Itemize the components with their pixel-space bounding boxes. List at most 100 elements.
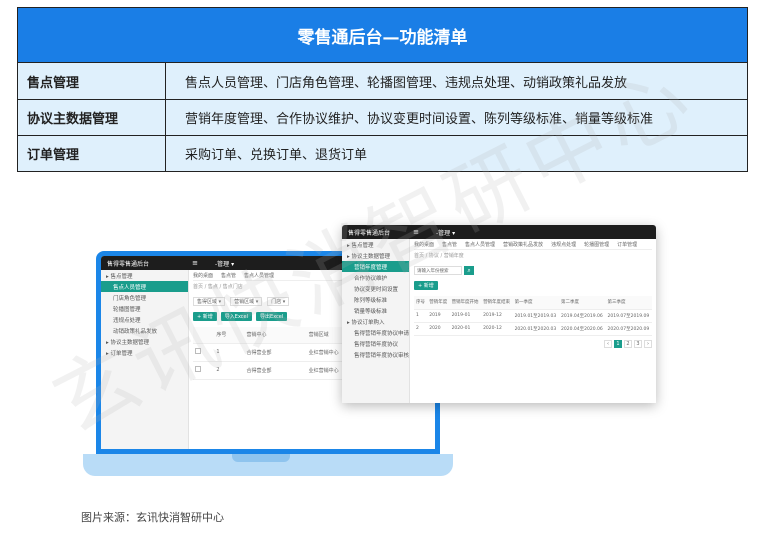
- table-row[interactable]: 1 2019 2019-01 2019-12 2019.01至2019.03 2019.0…: [414, 309, 652, 323]
- overlay-window: 售得零售通后台 ≡ -管理 ▾ ▸ 售点管理 ▸ 协议主数据管理 营销年度管理 合作协…: [342, 225, 656, 403]
- table-cell: 2019.01至2019.03: [512, 309, 560, 323]
- header-cell: 营销年度: [427, 296, 450, 310]
- overlay-app-name: 售得零售通后台: [348, 229, 391, 237]
- search-icon[interactable]: ⌕: [464, 266, 474, 275]
- add-button[interactable]: + 新增: [414, 281, 438, 290]
- sidebar-item[interactable]: 轮播图管理: [101, 303, 188, 314]
- sidebar-item[interactable]: 售得营销年度协议申请: [342, 327, 409, 338]
- sidebar-item[interactable]: 营销年度管理: [342, 261, 409, 272]
- page-button[interactable]: ›: [644, 339, 652, 348]
- breadcrumb-item: 首页 / 协议 / 营销年度: [414, 252, 464, 259]
- module-functions: 营销年度管理、合作协议维护、协议变更时间设置、陈列等级标准、销量等级标准: [185, 112, 654, 127]
- tab[interactable]: 营销政策礼品发放: [503, 241, 543, 248]
- page-button[interactable]: 2: [624, 339, 632, 348]
- grid-cell: 合得营业部: [244, 361, 307, 380]
- sidebar-item[interactable]: ▸ 售点管理: [342, 239, 409, 250]
- table-row: 协议主数据管理 营销年度管理、合作协议维护、协议变更时间设置、陈列等级标准、销量等…: [18, 99, 747, 135]
- action-button[interactable]: 导入Excel: [220, 312, 253, 321]
- sidebar-item[interactable]: ▸ 协议主数据管理: [342, 250, 409, 261]
- grid-header-cell: 序号: [214, 327, 245, 344]
- row-checkbox[interactable]: [195, 348, 201, 354]
- tab[interactable]: 售点管: [442, 241, 457, 248]
- sidebar-item[interactable]: ▸ 订单管理: [101, 347, 188, 358]
- overlay-button-row: + 新增: [414, 281, 652, 290]
- overlay-tabs-row: 我的桌面 售点管 售点人员管理 营销政策礼品发放 违规点处理 轮播图管理 订单管理: [414, 239, 652, 250]
- action-button[interactable]: 导出Excel: [256, 312, 288, 321]
- table-rows: 售点管理 售点人员管理、门店角色管理、轮播图管理、违规点处理、动销政策礼品发放协议…: [18, 63, 747, 171]
- checkbox-cell: [193, 343, 215, 362]
- sidebar-item[interactable]: 合作协议维护: [342, 272, 409, 283]
- page-button[interactable]: 1: [614, 339, 622, 348]
- laptop-notch: [232, 454, 290, 462]
- header-cell: 第三季度: [605, 296, 652, 310]
- sidebar-item[interactable]: 陈列等级标准: [342, 294, 409, 305]
- table-cell: 2020.07至2020.09: [605, 322, 652, 336]
- module-name: 订单管理: [18, 136, 166, 171]
- table-cell: 2020: [427, 322, 450, 336]
- sidebar-item[interactable]: 协议变更时间设置: [342, 283, 409, 294]
- header-cell: 第二季度: [559, 296, 606, 310]
- tab[interactable]: 售点人员管理: [244, 272, 274, 279]
- table-cell: 2020-12: [481, 322, 513, 336]
- module-name: 协议主数据管理: [18, 100, 166, 135]
- table-cell: 2019-01: [449, 309, 482, 323]
- sidebar-item[interactable]: 售得营销年度协议: [342, 338, 409, 349]
- grid-cell: 合得营业部: [244, 343, 307, 362]
- breadcrumb-item: 首页 / 售点 / 售点门店: [193, 283, 243, 290]
- checkbox-cell: [193, 361, 215, 380]
- tab[interactable]: 售点人员管理: [465, 241, 495, 248]
- table-cell: 2: [414, 322, 428, 336]
- sidebar-item[interactable]: ▸ 售点管理: [101, 270, 188, 281]
- search-box: 请输入年份搜索 ⌕: [414, 266, 652, 275]
- module-functions: 售点人员管理、门店角色管理、轮播图管理、违规点处理、动销政策礼品发放: [185, 75, 628, 91]
- tab[interactable]: 售点管: [221, 272, 236, 279]
- tab[interactable]: 违规点处理: [551, 241, 576, 248]
- table-title: 零售通后台—功能清单: [18, 8, 747, 63]
- grid-cell: 2: [214, 361, 245, 380]
- page-button[interactable]: ‹: [604, 339, 612, 348]
- overlay-user-menu[interactable]: -管理 ▾: [436, 228, 455, 237]
- tab[interactable]: 我的桌面: [414, 241, 434, 248]
- filter-select[interactable]: 营销区域 ▾: [230, 297, 263, 306]
- header-cell: 营销年度开始: [449, 296, 482, 310]
- action-button[interactable]: + 新增: [193, 312, 217, 321]
- module-name: 售点管理: [18, 63, 166, 99]
- sidebar-item[interactable]: 售点人员管理: [101, 281, 188, 292]
- table-cell: 2020-01: [449, 322, 482, 336]
- overlay-main: 我的桌面 售点管 售点人员管理 营销政策礼品发放 违规点处理 轮播图管理 订单管理 首页 /…: [410, 239, 656, 403]
- sidebar-item[interactable]: 动销政策礼品发放: [101, 325, 188, 336]
- sidebar-item[interactable]: 售得营销年度协议审核: [342, 349, 409, 360]
- overlay-pager: ‹ 1 2 3 ›: [414, 339, 652, 348]
- search-input[interactable]: 请输入年份搜索: [414, 266, 462, 275]
- tab[interactable]: 轮播图管理: [584, 241, 609, 248]
- app-name: 售得零售通后台: [107, 260, 150, 268]
- table-row[interactable]: 2 2020 2020-01 2020-12 2020.01至2020.03 2020.0…: [414, 322, 652, 336]
- sidebar-item[interactable]: 销量等级标准: [342, 305, 409, 316]
- sidebar-item[interactable]: 门店角色管理: [101, 292, 188, 303]
- table-header: 序号 营销年度 营销年度开始 营销年度结束 第一季度 第二季度 第三季度: [414, 296, 652, 310]
- sidebar-item[interactable]: ▸ 协议主数据管理: [101, 336, 188, 347]
- header-cell: 序号: [414, 296, 428, 310]
- filter-select[interactable]: 售得区域 ▾: [193, 297, 226, 306]
- table-cell: 2020.04至2020.06: [559, 322, 606, 336]
- filter-select[interactable]: 门店 ▾: [267, 297, 290, 306]
- page-button[interactable]: 3: [634, 339, 642, 348]
- table-cell: 1: [414, 309, 428, 323]
- tab[interactable]: 订单管理: [617, 241, 637, 248]
- tab[interactable]: 我的桌面: [193, 272, 213, 279]
- table-cell: 2019.04至2019.06: [559, 309, 606, 323]
- header-cell: 第一季度: [512, 296, 560, 310]
- module-functions: 采购订单、兑换订单、退货订单: [185, 148, 368, 163]
- sidebar-item[interactable]: 违规点处理: [101, 314, 188, 325]
- table-row: 订单管理 采购订单、兑换订单、退货订单: [18, 135, 747, 171]
- table-cell: 2020.01至2020.03: [512, 322, 560, 336]
- checkbox-cell: [193, 327, 215, 344]
- row-checkbox[interactable]: [195, 366, 201, 372]
- sidebar-item[interactable]: ▸ 协议订单购入: [342, 316, 409, 327]
- table-cell: 2019: [427, 309, 450, 323]
- feature-table: 零售通后台—功能清单 售点管理 售点人员管理、门店角色管理、轮播图管理、违规点处理…: [17, 7, 748, 172]
- source-caption: 图片来源：玄讯快消智研中心: [81, 511, 224, 524]
- menu-icon[interactable]: ≡: [410, 228, 422, 236]
- user-menu[interactable]: -管理 ▾: [215, 259, 234, 268]
- menu-icon[interactable]: ≡: [189, 259, 201, 267]
